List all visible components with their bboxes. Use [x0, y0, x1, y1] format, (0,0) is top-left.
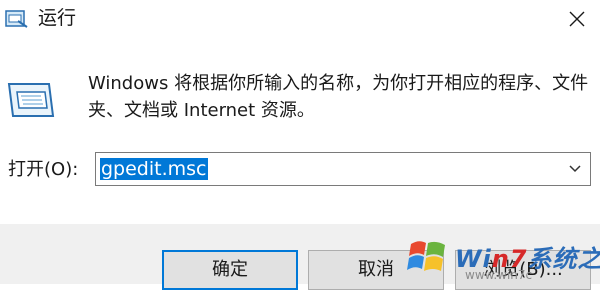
close-icon: [564, 6, 590, 32]
run-app-icon: [5, 7, 29, 31]
watermark: Win7系统之家 www.win7c: [405, 234, 600, 284]
window-title: 运行: [38, 5, 76, 31]
open-label: 打开(O):: [8, 156, 78, 184]
windows-logo-icon: [405, 234, 451, 280]
open-input-value: gpedit.msc: [100, 158, 208, 180]
description-text: Windows 将根据你所输入的名称，为你打开相应的程序、文件夹、文档或 Int…: [88, 70, 592, 124]
title-bar: 运行: [0, 0, 600, 38]
close-button[interactable]: [554, 0, 600, 36]
open-input[interactable]: gpedit.msc: [100, 156, 208, 182]
run-icon: [5, 74, 57, 126]
watermark-url: www.win7c: [465, 268, 532, 282]
open-combobox[interactable]: gpedit.msc: [95, 152, 591, 186]
watermark-text-after: 系统之家: [528, 245, 600, 273]
chevron-down-icon[interactable]: [568, 162, 582, 176]
ok-button[interactable]: 确定: [162, 250, 298, 290]
